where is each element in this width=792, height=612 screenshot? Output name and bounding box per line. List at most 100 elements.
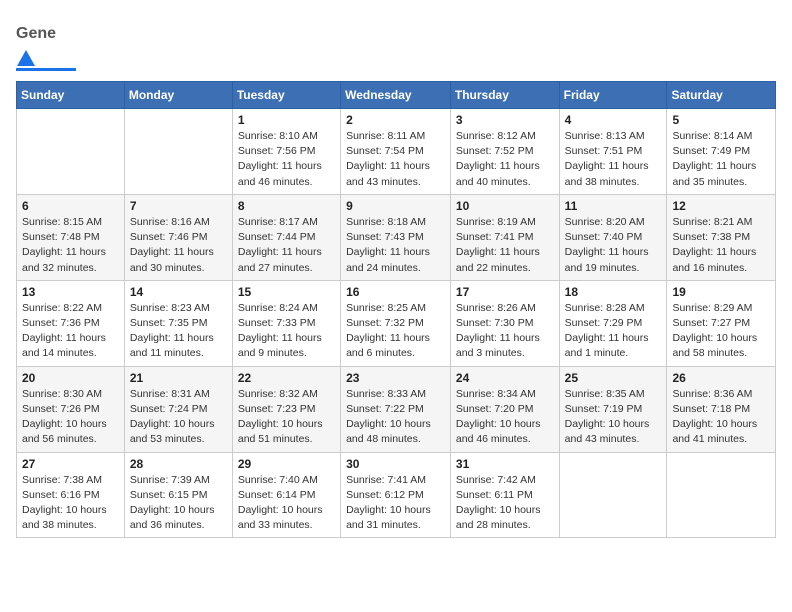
day-number: 2 xyxy=(346,113,445,127)
calendar-cell: 6Sunrise: 8:15 AM Sunset: 7:48 PM Daylig… xyxy=(17,194,125,280)
day-number: 7 xyxy=(130,199,227,213)
day-info: Sunrise: 7:39 AM Sunset: 6:15 PM Dayligh… xyxy=(130,473,227,534)
calendar-cell: 4 Sunrise: 8:13 AM Sunset: 7:51 PM Daylig… xyxy=(559,109,667,195)
calendar-cell: 3 Sunrise: 8:12 AM Sunset: 7:52 PM Daylig… xyxy=(450,109,559,195)
calendar-cell: 25 Sunrise: 8:35 AM Sunset: 7:19 PM Dayli… xyxy=(559,366,667,452)
calendar-week-row: 1 Sunrise: 8:10 AM Sunset: 7:56 PM Daylig… xyxy=(17,109,776,195)
day-number: 27 xyxy=(22,457,119,471)
calendar-week-row: 13 Sunrise: 8:22 AM Sunset: 7:36 PM Dayli… xyxy=(17,280,776,366)
day-number: 20 xyxy=(22,371,119,385)
calendar-day-header: Saturday xyxy=(667,82,776,109)
calendar-cell: 29 Sunrise: 7:40 AM Sunset: 6:14 PM Dayli… xyxy=(232,452,340,538)
calendar-day-header: Friday xyxy=(559,82,667,109)
day-info: Sunrise: 8:20 AM Sunset: 7:40 PM Dayligh… xyxy=(565,215,662,276)
calendar-header-row: SundayMondayTuesdayWednesdayThursdayFrid… xyxy=(17,82,776,109)
calendar-cell: 16Sunrise: 8:25 AM Sunset: 7:32 PM Dayli… xyxy=(341,280,451,366)
calendar-cell: 19Sunrise: 8:29 AM Sunset: 7:27 PM Dayli… xyxy=(667,280,776,366)
day-info: Sunrise: 8:13 AM Sunset: 7:51 PM Dayligh… xyxy=(565,129,662,190)
day-info: Sunrise: 8:26 AM Sunset: 7:30 PM Dayligh… xyxy=(456,301,554,362)
calendar-table: SundayMondayTuesdayWednesdayThursdayFrid… xyxy=(16,81,776,538)
day-info: Sunrise: 8:22 AM Sunset: 7:36 PM Dayligh… xyxy=(22,301,119,362)
calendar-cell: 2 Sunrise: 8:11 AM Sunset: 7:54 PM Daylig… xyxy=(341,109,451,195)
calendar-cell xyxy=(17,109,125,195)
day-info: Sunrise: 8:14 AM Sunset: 7:49 PM Dayligh… xyxy=(672,129,770,190)
day-info: Sunrise: 7:41 AM Sunset: 6:12 PM Dayligh… xyxy=(346,473,445,534)
calendar-day-header: Sunday xyxy=(17,82,125,109)
calendar-week-row: 20 Sunrise: 8:30 AM Sunset: 7:26 PM Dayli… xyxy=(17,366,776,452)
day-info: Sunrise: 8:33 AM Sunset: 7:22 PM Dayligh… xyxy=(346,387,445,448)
calendar-cell: 13 Sunrise: 8:22 AM Sunset: 7:36 PM Dayli… xyxy=(17,280,125,366)
svg-text:General: General xyxy=(16,25,56,42)
calendar-cell: 15 Sunrise: 8:24 AM Sunset: 7:33 PM Dayli… xyxy=(232,280,340,366)
day-number: 14 xyxy=(130,285,227,299)
day-number: 4 xyxy=(565,113,662,127)
calendar-cell: 26 Sunrise: 8:36 AM Sunset: 7:18 PM Dayli… xyxy=(667,366,776,452)
day-number: 31 xyxy=(456,457,554,471)
day-number: 17 xyxy=(456,285,554,299)
day-info: Sunrise: 7:38 AM Sunset: 6:16 PM Dayligh… xyxy=(22,473,119,534)
day-number: 11 xyxy=(565,199,662,213)
day-info: Sunrise: 8:30 AM Sunset: 7:26 PM Dayligh… xyxy=(22,387,119,448)
day-info: Sunrise: 8:36 AM Sunset: 7:18 PM Dayligh… xyxy=(672,387,770,448)
day-info: Sunrise: 8:15 AM Sunset: 7:48 PM Dayligh… xyxy=(22,215,119,276)
day-number: 12 xyxy=(672,199,770,213)
day-number: 9 xyxy=(346,199,445,213)
day-info: Sunrise: 8:32 AM Sunset: 7:23 PM Dayligh… xyxy=(238,387,335,448)
day-number: 19 xyxy=(672,285,770,299)
calendar-cell: 24Sunrise: 8:34 AM Sunset: 7:20 PM Dayli… xyxy=(450,366,559,452)
day-info: Sunrise: 8:16 AM Sunset: 7:46 PM Dayligh… xyxy=(130,215,227,276)
day-info: Sunrise: 8:28 AM Sunset: 7:29 PM Dayligh… xyxy=(565,301,662,362)
calendar-cell xyxy=(124,109,232,195)
day-info: Sunrise: 8:35 AM Sunset: 7:19 PM Dayligh… xyxy=(565,387,662,448)
day-number: 1 xyxy=(238,113,335,127)
calendar-day-header: Tuesday xyxy=(232,82,340,109)
day-info: Sunrise: 8:21 AM Sunset: 7:38 PM Dayligh… xyxy=(672,215,770,276)
calendar-cell: 1 Sunrise: 8:10 AM Sunset: 7:56 PM Daylig… xyxy=(232,109,340,195)
logo-triangle-icon xyxy=(17,50,35,66)
day-number: 13 xyxy=(22,285,119,299)
page-header: General xyxy=(16,16,776,71)
calendar-cell: 20 Sunrise: 8:30 AM Sunset: 7:26 PM Dayli… xyxy=(17,366,125,452)
logo-icon: General xyxy=(16,16,56,52)
day-number: 3 xyxy=(456,113,554,127)
day-info: Sunrise: 7:42 AM Sunset: 6:11 PM Dayligh… xyxy=(456,473,554,534)
day-number: 30 xyxy=(346,457,445,471)
calendar-cell: 17 Sunrise: 8:26 AM Sunset: 7:30 PM Dayli… xyxy=(450,280,559,366)
day-number: 16 xyxy=(346,285,445,299)
day-info: Sunrise: 7:40 AM Sunset: 6:14 PM Dayligh… xyxy=(238,473,335,534)
calendar-cell: 8 Sunrise: 8:17 AM Sunset: 7:44 PM Daylig… xyxy=(232,194,340,280)
day-number: 24 xyxy=(456,371,554,385)
day-number: 22 xyxy=(238,371,335,385)
day-number: 8 xyxy=(238,199,335,213)
day-info: Sunrise: 8:19 AM Sunset: 7:41 PM Dayligh… xyxy=(456,215,554,276)
day-info: Sunrise: 8:11 AM Sunset: 7:54 PM Dayligh… xyxy=(346,129,445,190)
calendar-cell: 27 Sunrise: 7:38 AM Sunset: 6:16 PM Dayli… xyxy=(17,452,125,538)
calendar-cell: 11 Sunrise: 8:20 AM Sunset: 7:40 PM Dayli… xyxy=(559,194,667,280)
day-info: Sunrise: 8:24 AM Sunset: 7:33 PM Dayligh… xyxy=(238,301,335,362)
calendar-day-header: Wednesday xyxy=(341,82,451,109)
logo-underline xyxy=(16,68,76,71)
calendar-cell: 5Sunrise: 8:14 AM Sunset: 7:49 PM Daylig… xyxy=(667,109,776,195)
logo-area: General xyxy=(16,16,76,71)
calendar-cell: 10Sunrise: 8:19 AM Sunset: 7:41 PM Dayli… xyxy=(450,194,559,280)
calendar-cell xyxy=(667,452,776,538)
day-number: 23 xyxy=(346,371,445,385)
day-info: Sunrise: 8:12 AM Sunset: 7:52 PM Dayligh… xyxy=(456,129,554,190)
calendar-week-row: 27 Sunrise: 7:38 AM Sunset: 6:16 PM Dayli… xyxy=(17,452,776,538)
calendar-cell: 12 Sunrise: 8:21 AM Sunset: 7:38 PM Dayli… xyxy=(667,194,776,280)
day-info: Sunrise: 8:17 AM Sunset: 7:44 PM Dayligh… xyxy=(238,215,335,276)
day-info: Sunrise: 8:23 AM Sunset: 7:35 PM Dayligh… xyxy=(130,301,227,362)
calendar-cell: 9Sunrise: 8:18 AM Sunset: 7:43 PM Daylig… xyxy=(341,194,451,280)
calendar-cell: 21 Sunrise: 8:31 AM Sunset: 7:24 PM Dayli… xyxy=(124,366,232,452)
calendar-cell: 7 Sunrise: 8:16 AM Sunset: 7:46 PM Daylig… xyxy=(124,194,232,280)
day-number: 29 xyxy=(238,457,335,471)
day-info: Sunrise: 8:31 AM Sunset: 7:24 PM Dayligh… xyxy=(130,387,227,448)
calendar-cell: 23 Sunrise: 8:33 AM Sunset: 7:22 PM Dayli… xyxy=(341,366,451,452)
day-number: 26 xyxy=(672,371,770,385)
calendar-cell: 28Sunrise: 7:39 AM Sunset: 6:15 PM Dayli… xyxy=(124,452,232,538)
day-info: Sunrise: 8:10 AM Sunset: 7:56 PM Dayligh… xyxy=(238,129,335,190)
day-number: 15 xyxy=(238,285,335,299)
calendar-cell xyxy=(559,452,667,538)
day-number: 25 xyxy=(565,371,662,385)
day-number: 21 xyxy=(130,371,227,385)
